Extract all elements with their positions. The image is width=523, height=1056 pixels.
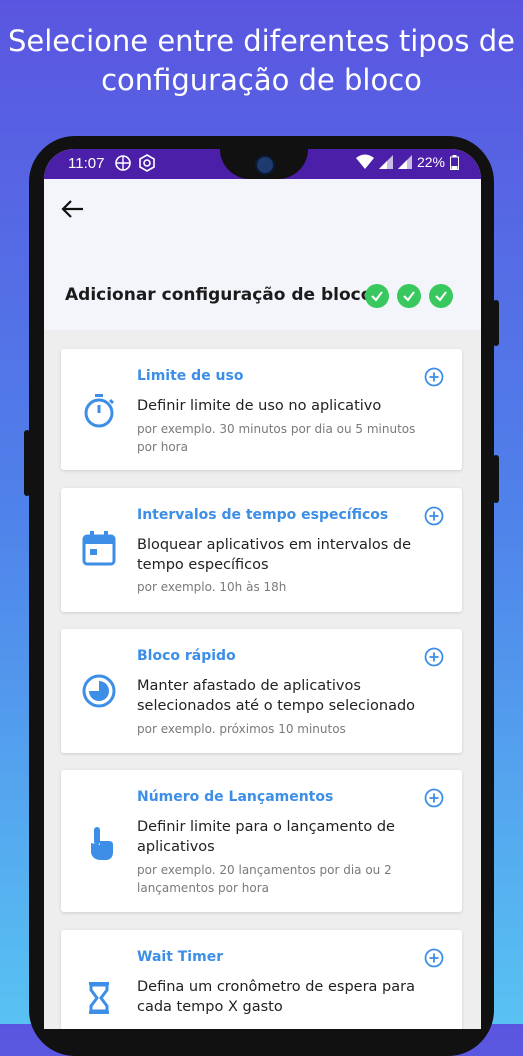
block-type-card-wait-timer[interactable]: Wait Timer Defina um cronômetro de esper… [61,930,462,1029]
headline-line-1: Selecione entre diferentes tipos de [8,24,515,58]
progress-steps [365,284,453,308]
card-example-line: lançamentos por hora [137,881,269,895]
block-type-card-specific-intervals[interactable]: Intervalos de tempo específicos Bloquear… [61,488,462,612]
add-circle-icon[interactable] [424,948,444,968]
card-title: Número de Lançamentos [137,789,334,805]
signal-icon-2 [397,155,412,169]
promo-headline: Selecione entre diferentes tipos de conf… [0,22,523,100]
timer-dial-icon [82,674,116,708]
card-example: por exemplo. 20 lançamentos por dia ou 2… [137,861,447,897]
battery-icon [450,154,459,170]
card-description-line: Manter afastado de aplicativos [137,678,361,694]
card-example-line: por exemplo. 10h às 18h [137,580,287,594]
hourglass-icon [89,982,109,1014]
back-arrow-icon[interactable] [60,197,86,221]
card-example-line: por exemplo. 30 minutos por dia ou 5 min… [137,422,416,436]
wifi-icon [355,154,374,169]
block-type-card-usage-limit[interactable]: Limite de uso Definir limite de uso no a… [61,349,462,470]
phone-side-button [493,455,499,503]
phone-volume-button [24,430,30,496]
shield-app-icon [139,154,155,172]
card-title: Bloco rápido [137,648,236,664]
card-description-line: Defina um cronômetro de espera para [137,979,415,995]
card-description-line: Definir limite de uso no aplicativo [137,398,382,414]
add-circle-icon[interactable] [424,506,444,526]
card-title: Wait Timer [137,949,224,965]
card-example: por exemplo. 10h às 18h [137,578,447,596]
status-time: 11:07 [68,155,105,172]
card-example: por exemplo. 30 minutos por dia ou 5 min… [137,420,447,456]
card-description-line: Bloquear aplicativos em intervalos de [137,537,412,553]
add-circle-icon[interactable] [424,647,444,667]
page-title: Adicionar configuração de bloco [65,285,373,305]
card-example-line: por hora [137,440,188,454]
block-type-card-launch-count[interactable]: Número de Lançamentos Definir limite par… [61,770,462,912]
stopwatch-icon [84,394,115,428]
card-example: por exemplo. próximos 10 minutos [137,720,447,738]
card-description-line: Definir limite para o lançamento de [137,819,395,835]
header: Adicionar configuração de bloco [44,179,481,330]
card-description-line: selecionados até o tempo selecionado [137,698,416,714]
card-description: Definir limite de uso no aplicativo [137,396,447,416]
phone-power-button [493,300,499,346]
add-circle-icon[interactable] [424,788,444,808]
card-description: Manter afastado de aplicativos seleciona… [137,676,447,716]
front-camera [255,155,275,175]
card-example-line: por exemplo. próximos 10 minutos [137,722,346,736]
card-description-line: cada tempo X gasto [137,999,283,1015]
step-complete-icon [397,284,421,308]
add-circle-icon[interactable] [424,367,444,387]
block-type-card-quick-block[interactable]: Bloco rápido Manter afastado de aplicati… [61,629,462,753]
signal-icon [378,155,393,169]
card-title: Limite de uso [137,368,244,384]
card-title: Intervalos de tempo específicos [137,507,389,523]
card-description-line: tempo específicos [137,557,269,573]
calendar-icon [82,531,116,566]
card-example-line: por exemplo. 20 lançamentos por dia ou 2 [137,863,392,877]
vpn-icon [115,155,131,171]
app-screen: 11:07 22% Adicionar configuração de bloc… [44,149,481,1029]
tap-hand-icon [91,827,113,860]
card-description: Bloquear aplicativos em intervalos de te… [137,535,447,575]
step-complete-icon [429,284,453,308]
battery-percent: 22% [416,154,445,170]
card-description: Defina um cronômetro de espera para cada… [137,977,447,1017]
status-bar: 11:07 22% [44,149,481,179]
card-description: Definir limite para o lançamento de apli… [137,817,447,857]
card-description-line: aplicativos [137,839,215,855]
headline-line-2: configuração de bloco [101,63,422,97]
step-complete-icon [365,284,389,308]
